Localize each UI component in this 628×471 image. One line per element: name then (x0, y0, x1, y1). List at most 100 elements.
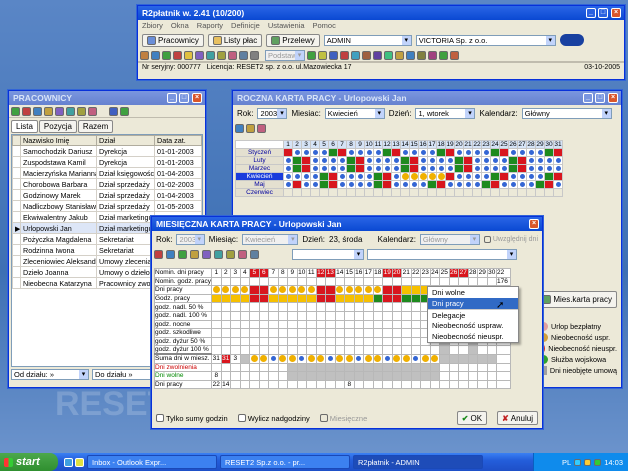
day-cell[interactable] (372, 319, 383, 330)
day-cell[interactable] (427, 180, 437, 189)
day-cell[interactable] (249, 328, 260, 338)
day-cell[interactable] (301, 172, 311, 181)
year-select[interactable]: 2003 (176, 234, 205, 245)
day-cell[interactable] (401, 302, 412, 312)
day-cell[interactable] (325, 276, 336, 287)
day-cell[interactable] (391, 172, 401, 181)
tool-icon-1[interactable] (140, 50, 149, 60)
day-cell[interactable] (472, 188, 482, 197)
day-cell[interactable] (410, 310, 421, 321)
day-cell[interactable] (258, 310, 269, 321)
day-cell[interactable] (400, 180, 410, 189)
day-cell[interactable] (283, 148, 293, 157)
day-cell[interactable] (306, 336, 317, 347)
menu-definicje[interactable]: Definicje (231, 21, 260, 30)
day-cell[interactable] (454, 188, 464, 197)
day-cell[interactable] (306, 345, 317, 355)
day-cell[interactable] (344, 276, 355, 287)
day-cell[interactable] (382, 148, 392, 157)
day-cell[interactable] (315, 345, 326, 355)
day-cell[interactable] (287, 345, 298, 355)
day-cell[interactable] (373, 164, 383, 173)
day-cell[interactable] (477, 276, 488, 287)
day-cell[interactable] (382, 164, 392, 173)
day-cell[interactable] (544, 188, 554, 197)
day-cell[interactable] (382, 293, 393, 304)
day-cell[interactable] (334, 310, 345, 321)
day-cell[interactable] (535, 164, 545, 173)
day-cell[interactable] (382, 172, 392, 181)
day-cell[interactable] (410, 319, 421, 330)
day-cell[interactable] (287, 328, 298, 338)
tool-icon-9[interactable] (228, 50, 237, 60)
day-cell[interactable] (364, 172, 374, 181)
day-cell[interactable] (268, 319, 279, 330)
tool-icon-3[interactable] (162, 50, 171, 60)
day-cell[interactable] (277, 285, 288, 295)
day-cell[interactable] (526, 156, 536, 165)
day-cell[interactable] (249, 319, 260, 330)
day-cell[interactable] (373, 180, 383, 189)
day-cell[interactable] (490, 156, 500, 165)
day-cell[interactable] (526, 164, 536, 173)
day-cell[interactable] (353, 293, 364, 304)
day-cell[interactable] (410, 293, 421, 304)
day-cell[interactable] (382, 310, 393, 321)
day-cell[interactable] (382, 285, 393, 295)
day-cell[interactable] (258, 319, 269, 330)
day-cell[interactable] (211, 293, 222, 304)
month-row[interactable]: Maj (235, 180, 563, 189)
day-cell[interactable] (391, 328, 402, 338)
day-cell[interactable] (535, 188, 545, 197)
day-cell[interactable] (287, 302, 298, 312)
day-cell[interactable] (220, 276, 231, 287)
day-cell[interactable] (401, 328, 412, 338)
tool-icon-4[interactable] (173, 50, 182, 60)
day-cell[interactable] (315, 336, 326, 347)
day-cell[interactable] (220, 345, 231, 355)
day-cell[interactable] (382, 180, 392, 189)
day-cell[interactable] (429, 276, 440, 287)
col-name-header[interactable]: Nazwisko Imię (20, 135, 97, 146)
day-cell[interactable] (346, 172, 356, 181)
user-select[interactable]: ADMIN (323, 34, 412, 46)
day-cell[interactable] (472, 172, 482, 181)
day-field[interactable]: 1, wtorek (415, 108, 476, 119)
day-cell[interactable] (353, 328, 364, 338)
day-cell[interactable] (535, 172, 545, 181)
day-cell[interactable] (458, 276, 469, 287)
day-cell[interactable] (239, 293, 250, 304)
day-cell[interactable] (477, 345, 488, 355)
day-cell[interactable] (346, 156, 356, 165)
day-cell[interactable] (310, 172, 320, 181)
quicklaunch-ie-icon[interactable] (64, 457, 73, 467)
day-cell[interactable] (239, 310, 250, 321)
day-cell[interactable] (508, 164, 518, 173)
day-cell[interactable] (325, 345, 336, 355)
close-icon[interactable]: × (611, 8, 621, 18)
day-cell[interactable] (517, 148, 527, 157)
menu-pomoc[interactable]: Pomoc (313, 21, 336, 30)
day-cell[interactable] (319, 164, 329, 173)
maximize-icon[interactable]: □ (595, 93, 605, 103)
day-cell[interactable] (315, 310, 326, 321)
tool-icon-5[interactable] (184, 50, 193, 60)
month-row[interactable]: Luty (235, 156, 563, 165)
day-cell[interactable] (268, 276, 279, 287)
day-cell[interactable] (499, 148, 509, 157)
day-cell[interactable] (306, 319, 317, 330)
day-cell[interactable] (283, 156, 293, 165)
day-cell[interactable] (372, 276, 383, 287)
day-cell[interactable] (363, 319, 374, 330)
day-cell[interactable] (277, 302, 288, 312)
day-cell[interactable] (258, 302, 269, 312)
day-cell[interactable] (287, 319, 298, 330)
day-cell[interactable] (454, 156, 464, 165)
day-cell[interactable] (363, 328, 374, 338)
month-row[interactable]: Kwiecień (235, 172, 563, 181)
day-cell[interactable] (410, 285, 421, 295)
popup-item[interactable]: Nieobecność usprаw. (428, 320, 518, 331)
day-cell[interactable] (372, 328, 383, 338)
day-cell[interactable] (287, 285, 298, 295)
day-cell[interactable] (211, 302, 222, 312)
